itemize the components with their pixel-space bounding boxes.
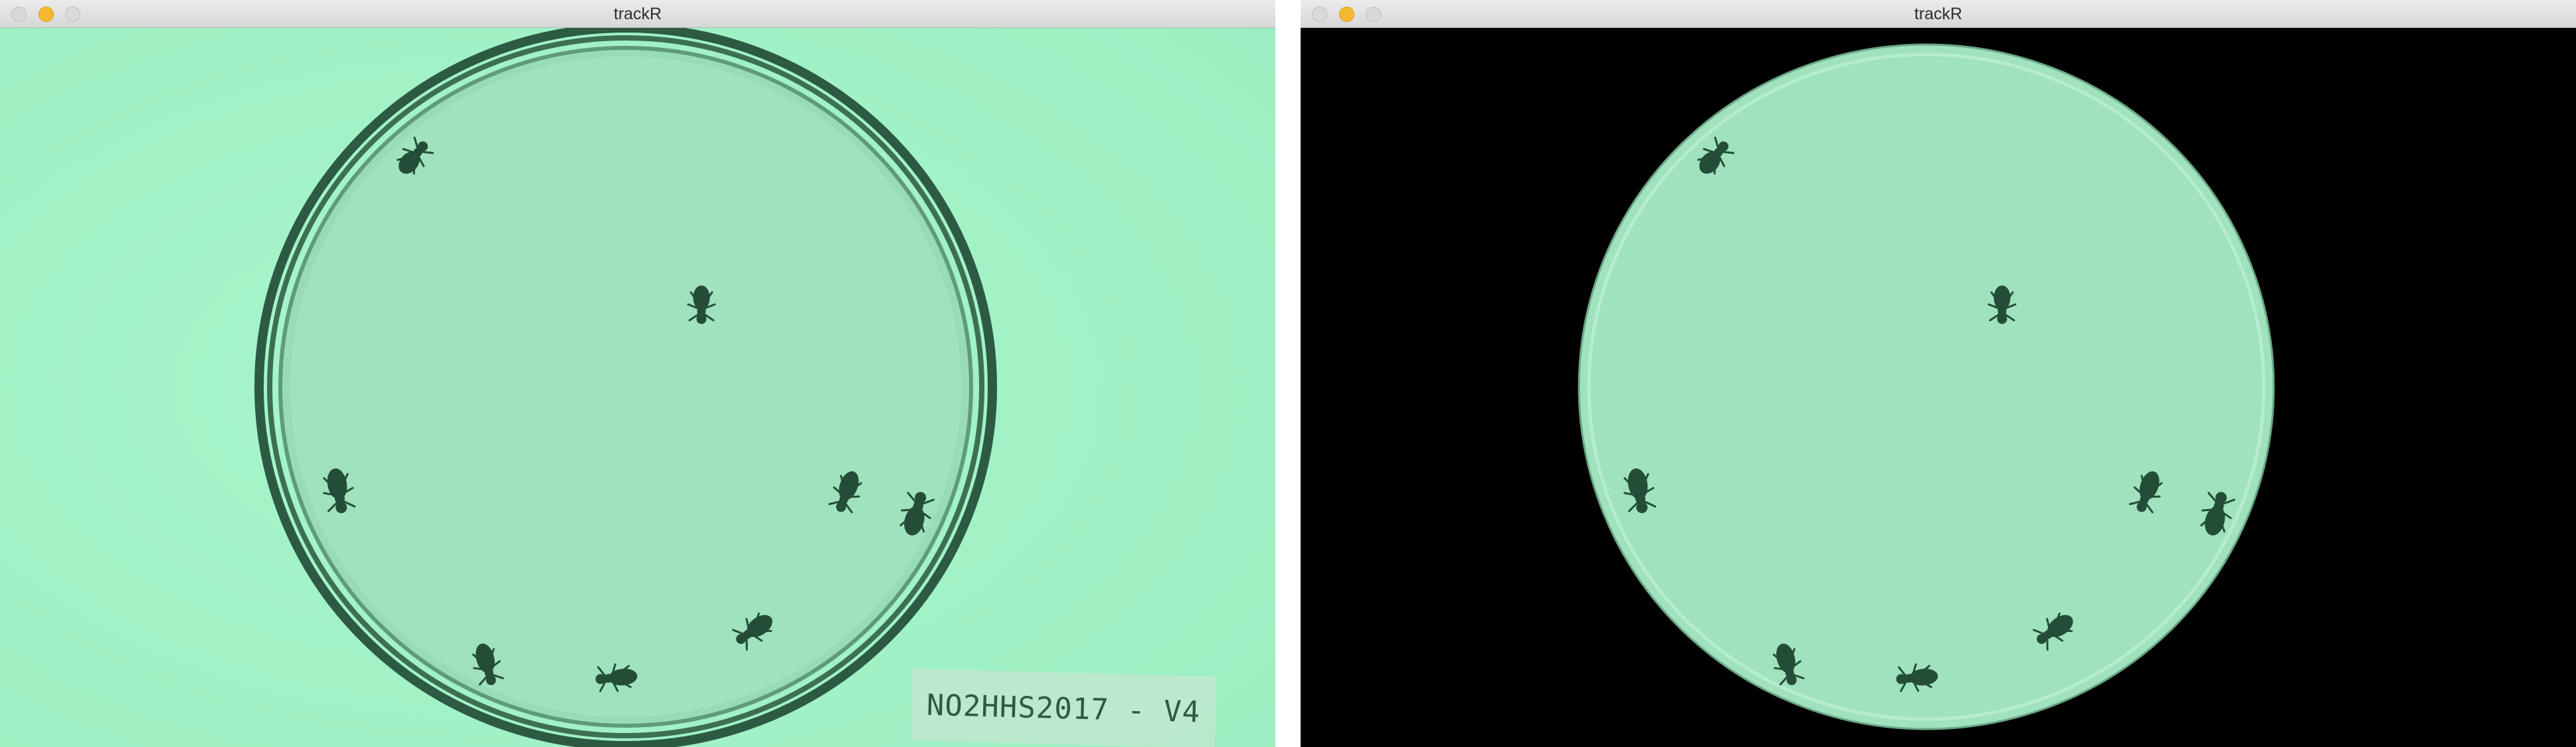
- window-title: trackR: [613, 5, 662, 23]
- titlebar[interactable]: trackR: [1301, 0, 2576, 28]
- trackr-window-raw: trackR NO2HHS2017 - V4: [0, 0, 1275, 747]
- dish-floor: [290, 56, 961, 717]
- raw-frame-image: [0, 28, 1275, 747]
- titlebar[interactable]: trackR: [0, 0, 1275, 28]
- window-title: trackR: [1914, 5, 1963, 23]
- video-frame-raw[interactable]: NO2HHS2017 - V4: [0, 28, 1275, 747]
- arena-mask: [1578, 43, 2275, 730]
- trackr-window-masked: trackR: [1301, 0, 2576, 747]
- video-frame-masked[interactable]: [1301, 28, 2576, 747]
- arena-label-card: NO2HHS2017 - V4: [910, 669, 1217, 747]
- masked-frame-image: [1301, 28, 2576, 747]
